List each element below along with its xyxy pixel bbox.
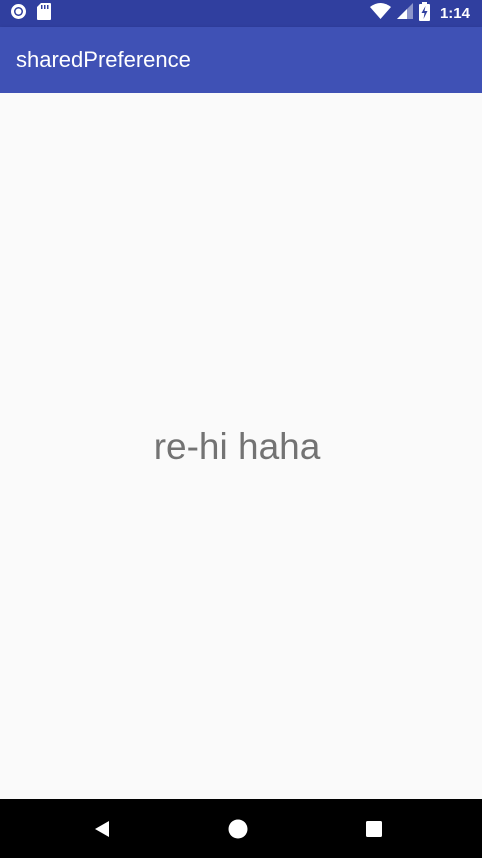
recents-square-icon bbox=[366, 821, 382, 837]
back-triangle-icon bbox=[95, 821, 109, 837]
center-text: re-hi haha bbox=[153, 426, 321, 467]
status-time: 1:14 bbox=[439, 5, 470, 22]
app-bar: sharedPreference bbox=[0, 27, 482, 93]
wifi-icon bbox=[369, 3, 391, 24]
home-button[interactable] bbox=[225, 816, 251, 842]
battery-charging-icon bbox=[418, 1, 430, 26]
cellular-signal-icon bbox=[396, 3, 413, 24]
sd-card-icon bbox=[37, 2, 51, 25]
recents-button[interactable] bbox=[361, 816, 387, 842]
main-content: re-hi haha bbox=[0, 93, 482, 799]
home-circle-icon bbox=[228, 819, 248, 839]
status-left-icons bbox=[10, 2, 51, 25]
circle-notification-icon bbox=[10, 3, 27, 25]
app-title: sharedPreference bbox=[16, 47, 191, 72]
status-right-icons: 1:14 bbox=[369, 1, 470, 26]
back-button[interactable] bbox=[89, 816, 115, 842]
navigation-bar bbox=[0, 799, 482, 858]
status-bar: 1:14 bbox=[0, 0, 482, 27]
